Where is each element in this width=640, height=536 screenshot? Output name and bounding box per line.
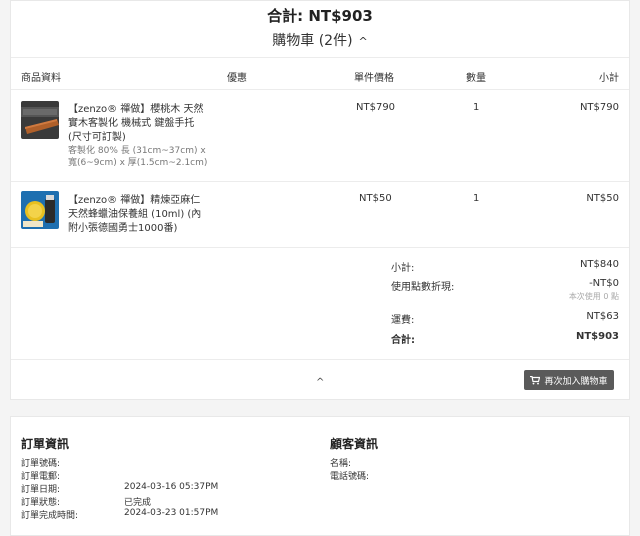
header-subtotal: 小計 (599, 73, 619, 84)
divider (11, 359, 629, 360)
divider (11, 57, 629, 58)
order-completed-label: 訂單完成時間: (21, 511, 79, 521)
divider (11, 247, 629, 248)
quantity: 1 (473, 193, 480, 204)
header-unit-price: 單件價格 (354, 73, 394, 84)
unit-price: NT$790 (356, 102, 396, 113)
order-info-card: 訂單資訊 訂單號碼: 訂單電郵: 訂單日期: 2024-03-16 05:37P… (10, 416, 630, 536)
grand-total-label: 合計: (391, 335, 415, 346)
subtotal-label: 小計: (391, 263, 415, 274)
beeswax-oil-kit-icon (21, 191, 59, 229)
cart-toggle[interactable]: 購物車 (2件) ^ (11, 30, 629, 50)
points-used-note: 本次使用 0 點 (568, 292, 619, 301)
order-date-label: 訂單日期: (21, 485, 61, 495)
grand-total-value: NT$903 (575, 331, 619, 342)
cart-count-label: 購物車 (2件) (272, 33, 353, 49)
header-discount: 優惠 (227, 73, 247, 84)
order-total-heading: 合計: NT$903 (267, 7, 373, 25)
subtotal-value: NT$840 (579, 259, 619, 270)
product-name-link[interactable]: 【zenzo® 禪做】精煉亞麻仁 天然蜂蠟油保養組 (10ml) (內附小張德國… (68, 194, 208, 236)
product-thumbnail[interactable] (21, 191, 59, 229)
collapse-chevron-icon[interactable]: ^ (316, 377, 324, 388)
order-summary-header: 合計: NT$903 購物車 (2件) ^ (11, 5, 629, 50)
customer-phone-label: 電話號碼: (330, 472, 370, 482)
quantity: 1 (473, 102, 480, 113)
customer-name-label: 名稱: (330, 459, 352, 469)
unit-price: NT$50 (359, 193, 392, 204)
cart-item-row: 【zenzo® 禪做】櫻桃木 天然實木客製化 機械式 鍵盤手托 (尺寸可訂製) … (11, 89, 629, 181)
item-subtotal: NT$50 (586, 193, 619, 204)
order-number-label: 訂單號碼: (21, 459, 61, 469)
shipping-label: 運費: (391, 315, 415, 326)
shipping-value: NT$63 (586, 311, 619, 322)
header-quantity: 數量 (466, 73, 486, 84)
header-product: 商品資料 (21, 73, 61, 84)
customer-info-title: 顧客資訊 (330, 437, 379, 451)
order-completed-value: 2024-03-23 01:57PM (124, 508, 219, 518)
chevron-up-icon: ^ (358, 35, 368, 48)
points-discount-value: -NT$0 (589, 278, 619, 289)
points-discount-label: 使用點數折現: (391, 282, 455, 293)
order-info-title: 訂單資訊 (21, 437, 70, 451)
order-status-value: 已完成 (124, 498, 152, 508)
reorder-button-label: 再次加入購物車 (544, 376, 608, 387)
product-name-link[interactable]: 【zenzo® 禪做】櫻桃木 天然實木客製化 機械式 鍵盤手托 (尺寸可訂製) (68, 103, 208, 145)
wooden-wrist-rest-icon (21, 101, 59, 139)
cart-icon (530, 375, 541, 384)
item-subtotal: NT$790 (579, 102, 619, 113)
product-thumbnail[interactable] (21, 101, 59, 139)
order-date-value: 2024-03-16 05:37PM (124, 482, 219, 492)
reorder-button[interactable]: 再次加入購物車 (524, 370, 614, 390)
order-status-label: 訂單狀態: (21, 498, 61, 508)
cart-item-row: 【zenzo® 禪做】精煉亞麻仁 天然蜂蠟油保養組 (10ml) (內附小張德國… (11, 181, 629, 247)
cart-card: 合計: NT$903 購物車 (2件) ^ 商品資料 優惠 單件價格 數量 小計 … (10, 0, 630, 400)
order-email-label: 訂單電郵: (21, 472, 61, 482)
product-variant: 客製化 80% 長 (31cm~37cm) x 寬(6~9cm) x 厚(1.5… (68, 146, 208, 168)
